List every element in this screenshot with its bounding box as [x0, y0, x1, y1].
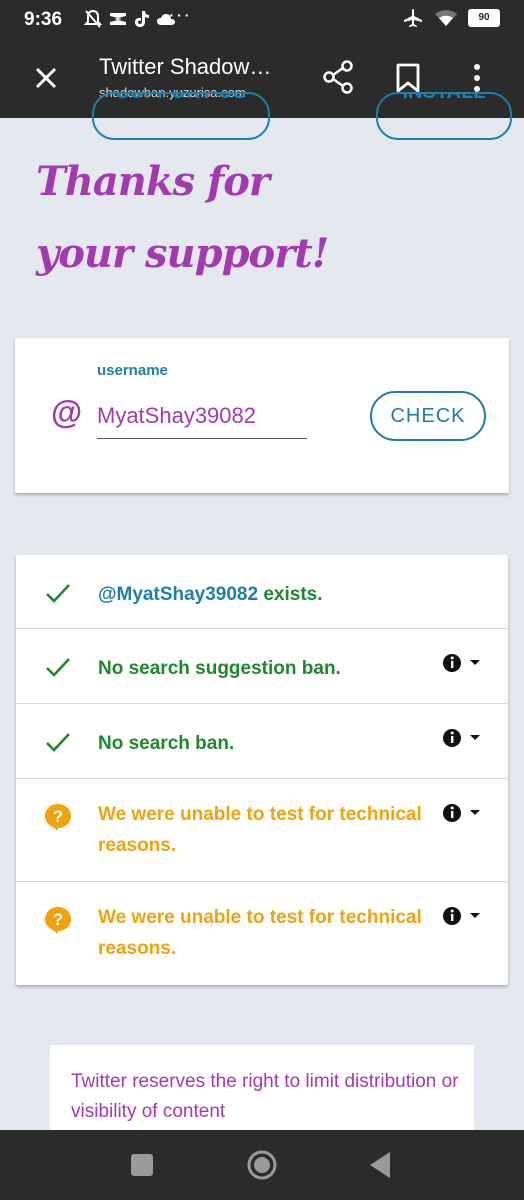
result-row-exists: @MyatShay39082 exists. — [16, 555, 508, 629]
result-text: No search suggestion ban. — [98, 658, 341, 679]
wifi-icon — [435, 10, 457, 26]
battery-indicator: 90 — [468, 9, 500, 27]
at-sign-icon: @ — [51, 394, 83, 430]
system-icons: 90 — [402, 8, 500, 28]
back-triangle-icon[interactable] — [368, 1150, 392, 1180]
notice-text: Twitter reserves the right to limit dist… — [71, 1071, 459, 1122]
navigation-bar — [0, 1130, 524, 1200]
username-input[interactable] — [97, 394, 307, 439]
check-icon — [46, 584, 70, 603]
result-text: No search ban. — [98, 733, 235, 754]
close-icon[interactable] — [30, 62, 62, 94]
home-circle-icon[interactable] — [246, 1149, 278, 1181]
more-notifications-icon: ··· — [168, 4, 191, 26]
results-card: @MyatShay39082 exists. No search suggest… — [16, 555, 508, 985]
username-search-card: @ username CHECK — [15, 338, 509, 493]
handle-link[interactable]: @MyatShay39082 — [98, 584, 258, 605]
result-text: We were unable to test for technical rea… — [98, 907, 422, 959]
bell-off-icon — [84, 9, 102, 28]
svg-text:?: ? — [53, 807, 63, 826]
result-text: @MyatShay39082 exists. — [98, 579, 438, 610]
thanks-heading: Thanks for your support! — [36, 158, 329, 277]
info-dropdown-icon[interactable] — [440, 651, 486, 675]
install-button[interactable]: INSTALL — [376, 92, 512, 140]
support-us-label: SUPPORT US — [115, 92, 247, 103]
status-bar: 9:36 ··· 90 — [0, 0, 524, 38]
svg-text:?: ? — [53, 910, 63, 929]
capcut-icon — [110, 13, 126, 25]
info-dropdown-icon[interactable] — [440, 726, 486, 750]
share-icon[interactable] — [322, 60, 354, 94]
result-row-reply-deboosting: ? We were unable to test for technical r… — [16, 882, 508, 985]
check-icon — [46, 658, 70, 677]
status-time: 9:36 — [24, 9, 63, 30]
username-label: username — [97, 362, 168, 379]
tiktok-icon — [135, 11, 149, 27]
result-text: We were unable to test for technical rea… — [98, 804, 422, 856]
notification-icons — [84, 8, 176, 30]
info-dropdown-icon[interactable] — [440, 801, 486, 825]
info-dropdown-icon[interactable] — [440, 904, 486, 928]
result-row-search-ban: No search ban. — [16, 704, 508, 779]
airplane-icon — [404, 9, 422, 27]
result-text-suffix: exists. — [258, 584, 323, 605]
result-row-ghost-ban: ? We were unable to test for technical r… — [16, 779, 508, 882]
install-label: INSTALL — [402, 92, 486, 103]
question-bubble-icon: ? — [45, 907, 71, 934]
recents-square-icon[interactable] — [131, 1154, 153, 1176]
check-button[interactable]: CHECK — [370, 391, 486, 441]
check-icon — [46, 733, 70, 752]
result-row-suggestion-ban: No search suggestion ban. — [16, 629, 508, 704]
more-vert-icon[interactable] — [466, 62, 488, 94]
question-bubble-icon: ? — [45, 804, 71, 831]
bookmark-icon[interactable] — [395, 62, 421, 94]
support-us-button[interactable]: SUPPORT US — [92, 92, 270, 140]
page-title: Twitter Shadow… — [99, 54, 272, 79]
